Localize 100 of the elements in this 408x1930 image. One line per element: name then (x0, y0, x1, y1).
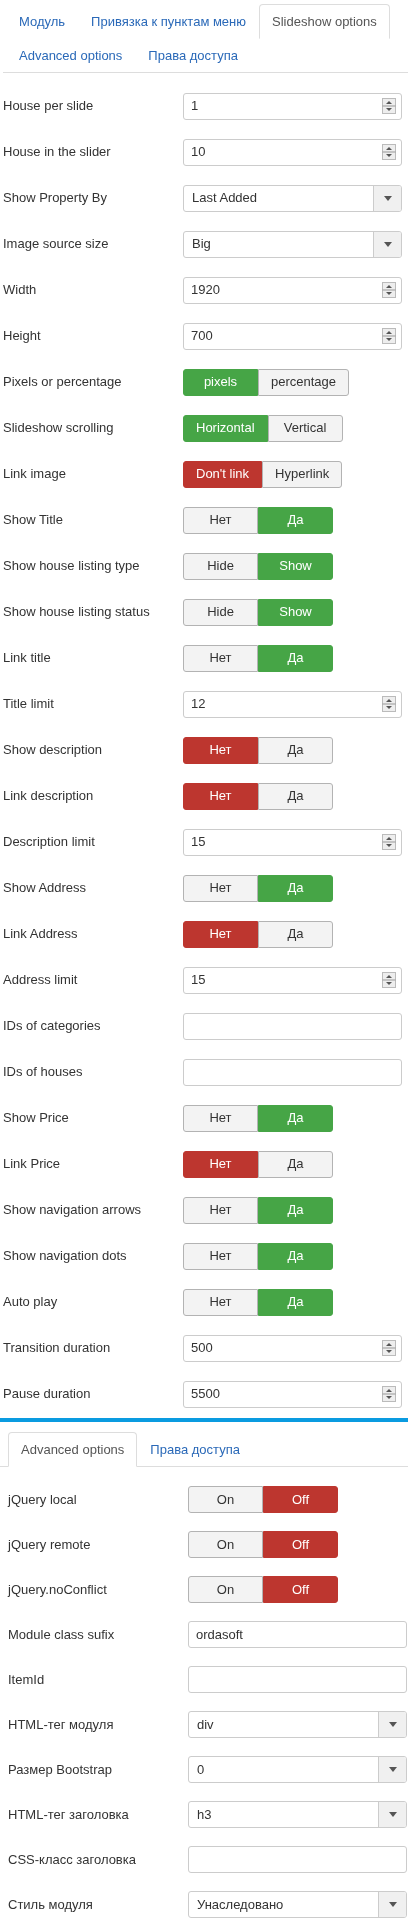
number-input[interactable]: 12 (183, 690, 402, 718)
toggle-option[interactable]: On (188, 1576, 263, 1603)
field-label: jQuery.noConflict (8, 1580, 108, 1599)
number-input[interactable]: 700 (183, 322, 402, 350)
field-label: Link title (3, 649, 52, 668)
field-label: jQuery remote (8, 1535, 92, 1554)
toggle-option[interactable]: Нет (183, 644, 258, 672)
toggle-option[interactable]: On (188, 1531, 263, 1558)
spinner-arrows-icon[interactable] (382, 1386, 396, 1402)
field-label: jQuery local (8, 1490, 78, 1509)
number-input[interactable]: 15 (183, 966, 402, 994)
spinner-arrows-icon[interactable] (382, 328, 396, 344)
number-input[interactable]: 15 (183, 828, 402, 856)
tab[interactable]: Slideshow options (259, 4, 390, 39)
caret-icon (383, 195, 392, 201)
field-label: Show navigation dots (3, 1247, 128, 1266)
toggle-option[interactable]: Нет (183, 874, 258, 902)
field-label: Show Price (3, 1109, 70, 1128)
field-label: Transition duration (3, 1339, 112, 1358)
spinner-arrows-icon[interactable] (382, 98, 396, 114)
tab[interactable]: Права доступа (135, 38, 251, 73)
toggle-option[interactable]: Vertical (267, 414, 343, 442)
select-dropdown[interactable]: Last Added (183, 184, 402, 212)
field-label: Show house listing status (3, 603, 151, 622)
text-input[interactable] (183, 1012, 402, 1040)
field-label: Link description (3, 787, 95, 806)
number-input[interactable]: 1920 (183, 276, 402, 304)
number-input[interactable]: 1 (183, 92, 402, 120)
toggle-option[interactable]: percentage (258, 368, 350, 396)
select-dropdown[interactable]: Унаследовано (188, 1891, 407, 1918)
field-label: Module class sufix (8, 1625, 116, 1644)
toggle-option[interactable]: Нет (183, 1196, 258, 1224)
toggle-option[interactable]: Don't link (183, 460, 263, 488)
field-label: Title limit (3, 695, 55, 714)
field-label: IDs of houses (3, 1063, 84, 1082)
text-input[interactable] (188, 1666, 407, 1693)
spinner-arrows-icon[interactable] (382, 834, 396, 850)
field-label: ItemId (8, 1670, 46, 1689)
caret-icon (388, 1812, 397, 1817)
field-label: House in the slider (3, 143, 112, 162)
spinner-arrows-icon[interactable] (382, 696, 396, 712)
toggle-option[interactable]: Нет (183, 506, 258, 534)
field-label: Show Title (3, 511, 64, 530)
field-label: CSS-класс заголовка (8, 1850, 137, 1869)
toggle-option[interactable]: Да (258, 782, 333, 810)
field-label: Link Address (3, 925, 79, 944)
field-label: House per slide (3, 97, 95, 116)
caret-icon (388, 1767, 397, 1772)
toggle-option[interactable]: Нет (183, 782, 258, 810)
tab[interactable]: Модуль (6, 4, 79, 39)
field-label: Auto play (3, 1293, 59, 1312)
select-dropdown[interactable]: div (188, 1711, 407, 1738)
toggle-option[interactable]: Hide (183, 598, 258, 626)
number-input[interactable]: 500 (183, 1334, 402, 1362)
spinner-arrows-icon[interactable] (382, 282, 396, 298)
field-label: HTML-тег заголовка (8, 1805, 130, 1824)
toggle-option[interactable]: Нет (183, 1150, 258, 1178)
field-label: Show description (3, 741, 103, 760)
field-label: Show Property By (3, 189, 109, 208)
text-input[interactable] (183, 1058, 402, 1086)
field-label: Description limit (3, 833, 96, 852)
field-label: Show navigation arrows (3, 1201, 143, 1220)
caret-icon (383, 241, 392, 247)
tab[interactable]: Advanced options (6, 38, 136, 73)
field-label: Стиль модуля (8, 1895, 94, 1914)
text-input[interactable] (188, 1846, 407, 1873)
field-label: Link Price (3, 1155, 62, 1174)
toggle-option[interactable]: Да (258, 736, 333, 764)
toggle-option[interactable]: Off (263, 1531, 338, 1558)
toggle-option[interactable]: Нет (183, 1104, 258, 1132)
toggle-option[interactable]: On (188, 1486, 263, 1513)
field-label: Show Address (3, 879, 88, 898)
toggle-option[interactable]: Hyperlink (262, 460, 343, 488)
toggle-option[interactable]: Нет (183, 920, 258, 948)
field-label: Link image (3, 465, 67, 484)
toggle-option[interactable]: Off (263, 1486, 338, 1513)
spinner-arrows-icon[interactable] (382, 1340, 396, 1356)
field-label: HTML-тег модуля (8, 1715, 115, 1734)
field-label: Размер Bootstrap (8, 1760, 113, 1779)
number-input[interactable]: 10 (183, 138, 402, 166)
select-dropdown[interactable]: Big (183, 230, 402, 258)
toggle-option[interactable]: Нет (183, 736, 258, 764)
field-label: Height (3, 327, 42, 346)
tab[interactable]: Advanced options (8, 1432, 138, 1467)
toggle-option[interactable]: Да (258, 1150, 333, 1178)
spinner-arrows-icon[interactable] (382, 972, 396, 988)
number-input[interactable]: 5500 (183, 1380, 402, 1408)
caret-icon (388, 1722, 397, 1727)
toggle-option[interactable]: Да (258, 920, 333, 948)
spinner-arrows-icon[interactable] (382, 144, 396, 160)
field-label: Width (3, 281, 38, 300)
toggle-option[interactable]: Нет (183, 1288, 258, 1316)
select-dropdown[interactable]: h3 (188, 1801, 407, 1828)
select-dropdown[interactable]: 0 (188, 1756, 407, 1783)
tab[interactable]: Права доступа (137, 1432, 253, 1467)
toggle-option[interactable]: Нет (183, 1242, 258, 1270)
tab[interactable]: Привязка к пунктам меню (78, 4, 260, 39)
text-input[interactable]: ordasoft (188, 1621, 407, 1648)
toggle-option[interactable]: Hide (183, 552, 258, 580)
toggle-option[interactable]: Off (263, 1576, 338, 1603)
